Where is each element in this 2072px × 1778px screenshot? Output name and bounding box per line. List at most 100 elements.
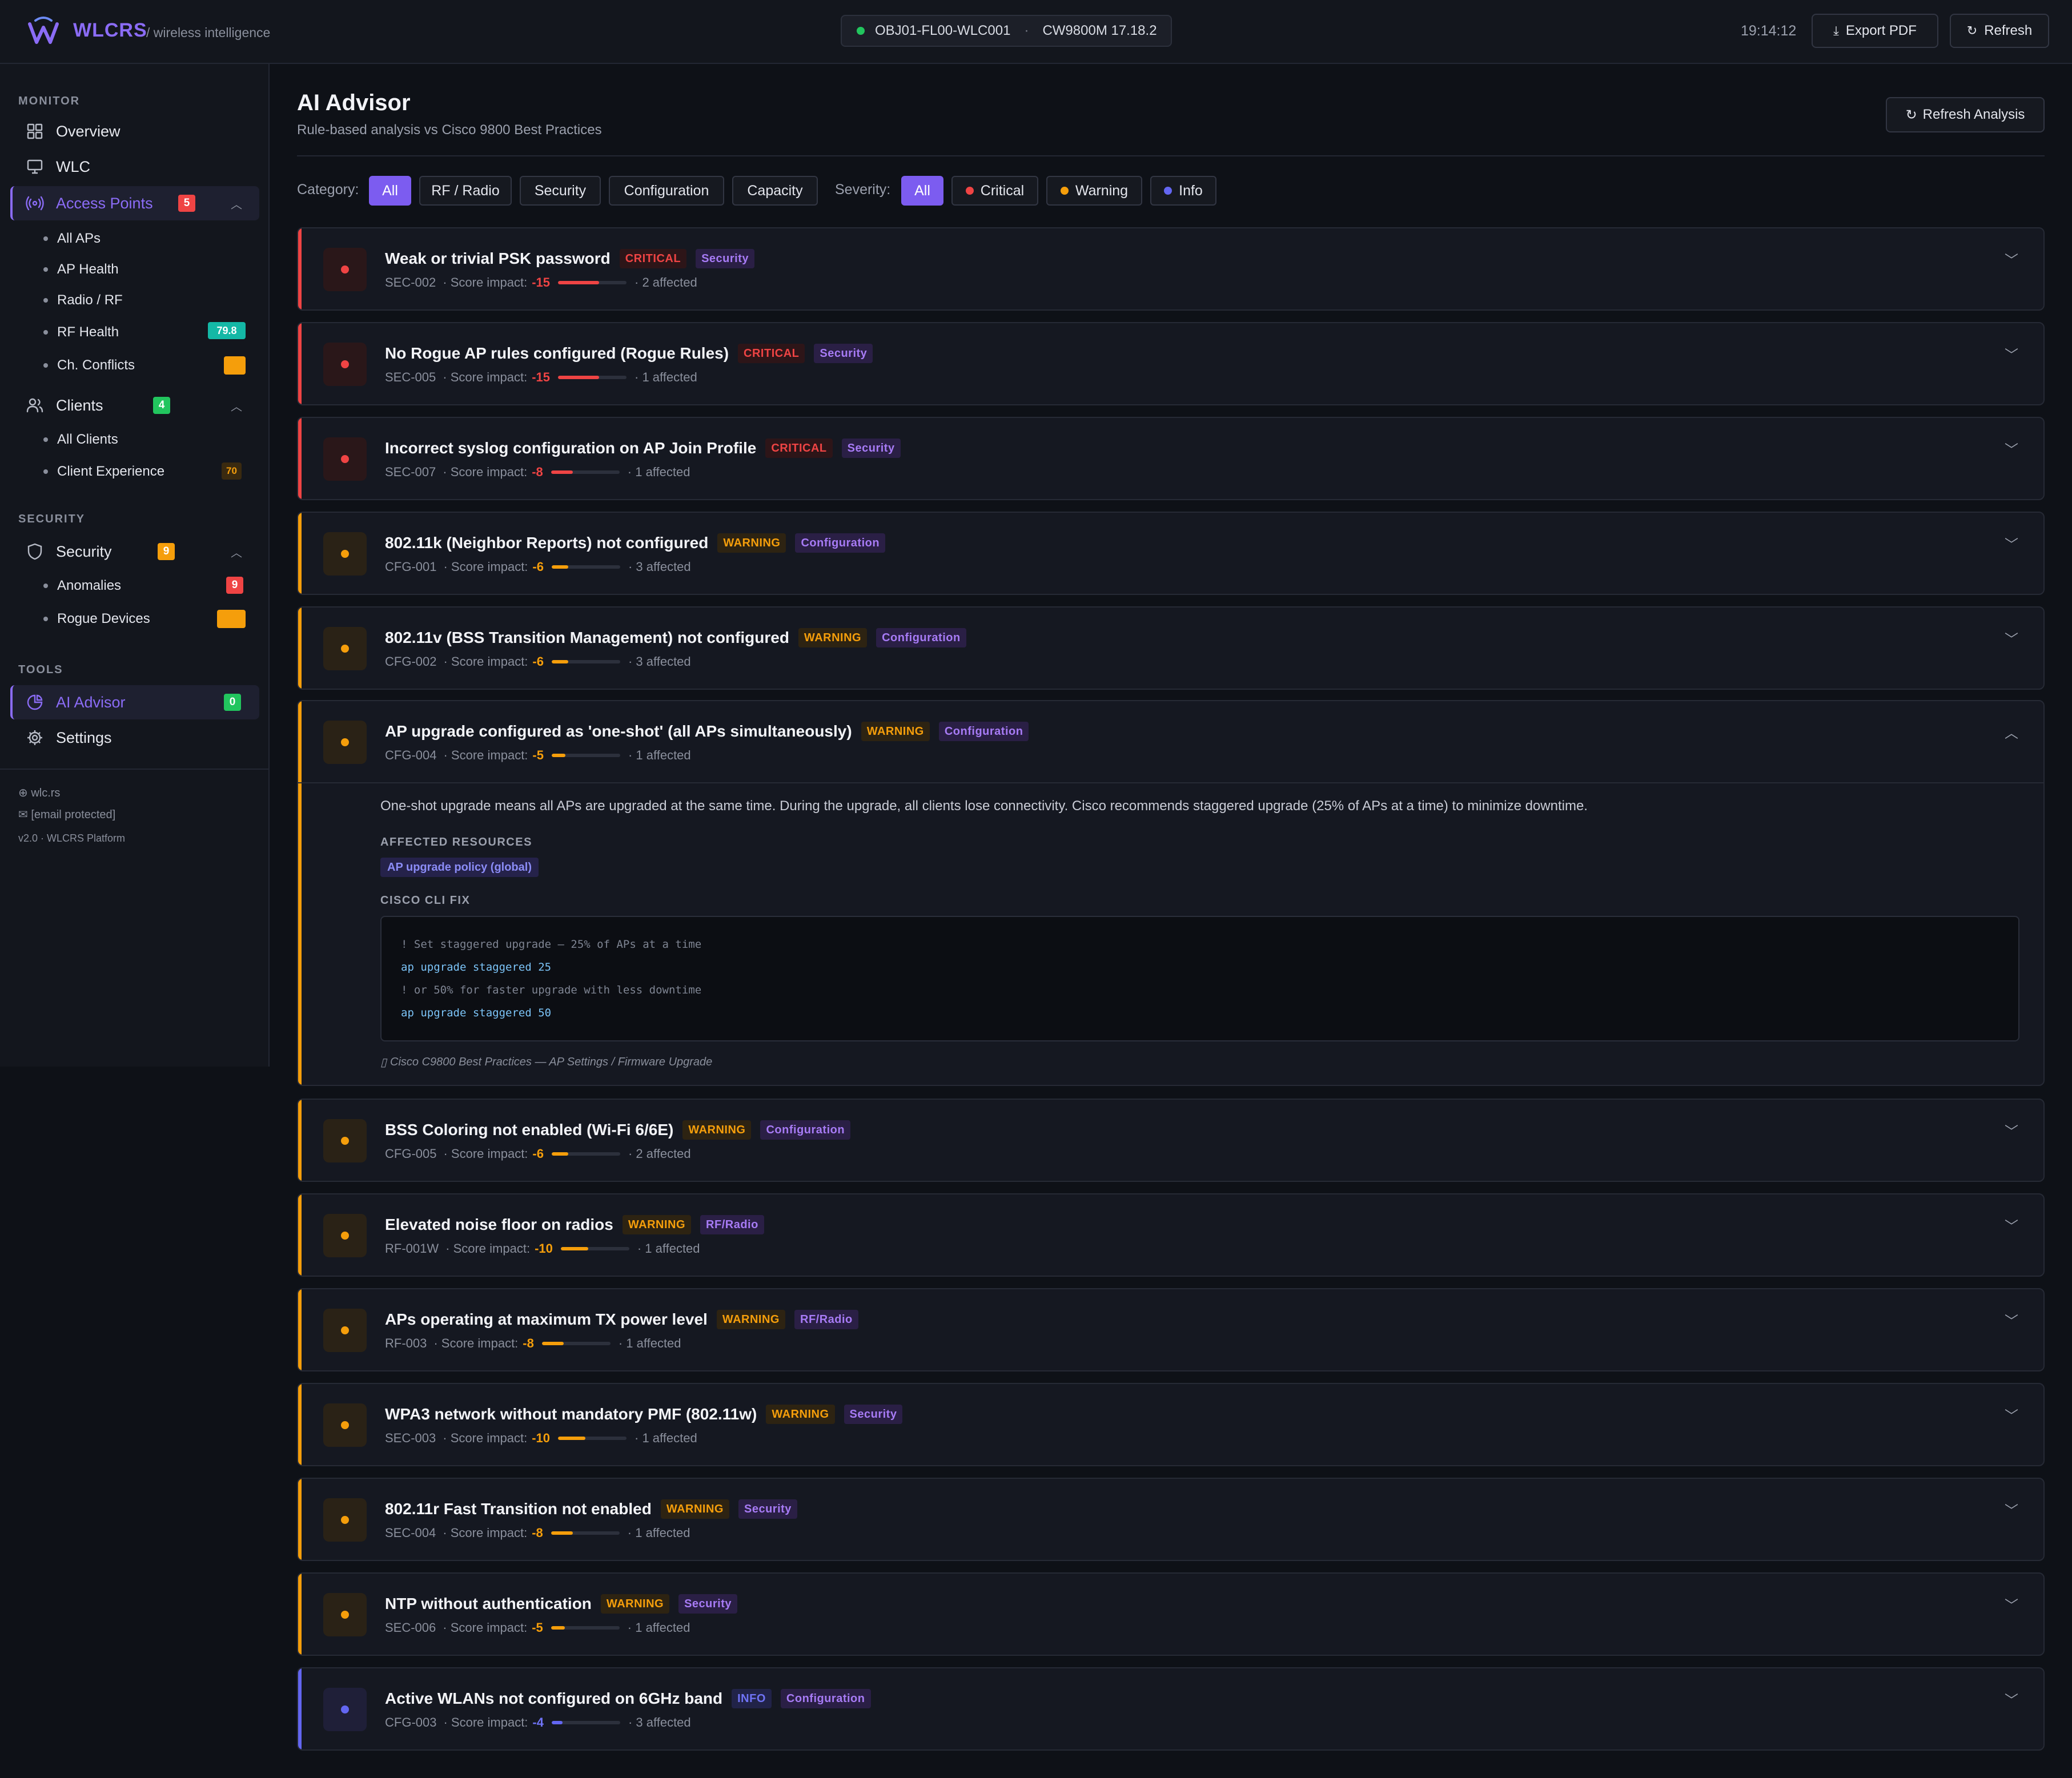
finding-card[interactable]: 802.11v (BSS Transition Management) not … [297, 606, 2045, 690]
chevron-down-icon[interactable]: ﹀ [2005, 1499, 2018, 1519]
footer-email-link[interactable]: ✉ [email protected] [18, 807, 115, 822]
score-impact-bar [541, 1342, 611, 1345]
footer-version: v2.0 · WLCRS Platform [18, 832, 126, 844]
finding-card[interactable]: APs operating at maximum TX power level W… [297, 1288, 2045, 1371]
sidebar-item-label: Security [56, 542, 112, 560]
section-label-monitor: MONITOR [18, 95, 81, 107]
severity-badge: CRITICAL [738, 344, 805, 363]
chevron-down-icon[interactable]: ﹀ [2005, 1689, 2018, 1709]
refresh-analysis-label: Refresh Analysis [1922, 107, 2025, 122]
sidebar-subitem-ap-health[interactable]: AP Health [43, 262, 119, 277]
finding-card[interactable]: 802.11k (Neighbor Reports) not configure… [297, 512, 2045, 595]
chevron-up-icon[interactable]: ︿ [231, 195, 242, 212]
chevron-down-icon[interactable]: ﹀ [2005, 1215, 2018, 1235]
footer-email: [email protected] [31, 808, 116, 821]
refresh-label: Refresh [1984, 23, 2033, 38]
sidebar-subitem-ch-conflicts[interactable]: Ch. Conflicts [43, 357, 135, 373]
sidebar-subitem-all-aps[interactable]: All APs [43, 231, 101, 247]
category-filter-security[interactable]: Security [520, 176, 601, 206]
chevron-up-icon[interactable]: ︿ [2005, 722, 2018, 742]
sidebar-item-security[interactable]: Security 9 ︿ [10, 534, 259, 569]
sidebar-item-overview[interactable]: Overview [10, 114, 259, 148]
chevron-up-icon[interactable]: ︿ [231, 397, 242, 414]
sidebar-subitem-anomalies[interactable]: Anomalies [43, 578, 121, 594]
sidebar-item-wlc[interactable]: WLC [10, 150, 259, 184]
finding-card[interactable]: WPA3 network without mandatory PMF (802.… [297, 1383, 2045, 1466]
severity-stripe [298, 513, 302, 594]
severity-filter-all[interactable]: All [901, 176, 943, 206]
chart-pie-icon [25, 693, 45, 712]
export-pdf-button[interactable]: ⤓ Export PDF [1812, 14, 1938, 48]
category-badge: Security [841, 439, 901, 458]
score-impact-value: -10 [532, 1431, 551, 1445]
finding-meta-row: SEC-002 · Score impact: -15 · 2 affected [385, 275, 697, 290]
score-impact-label: · Score impact: [443, 560, 528, 574]
sidebar-subitem-rogue-devices[interactable]: Rogue Devices [43, 611, 150, 627]
chevron-down-icon[interactable]: ﹀ [2005, 1594, 2018, 1614]
sidebar-subitem-radio-rf[interactable]: Radio / RF [43, 292, 123, 308]
finding-id: SEC-002 [385, 275, 436, 289]
severity-filter-label-text: Critical [980, 182, 1025, 199]
finding-card[interactable]: NTP without authentication WARNING Securit… [297, 1572, 2045, 1656]
finding-title-row: Active WLANs not configured on 6GHz band… [385, 1689, 871, 1708]
category-filter-configuration[interactable]: Configuration [609, 176, 724, 206]
sidebar-subitem-rf-health[interactable]: RF Health [43, 324, 119, 340]
sidebar-item-clients[interactable]: Clients 4 ︿ [10, 388, 259, 423]
ai-advisor-count-badge: 0 [224, 694, 241, 711]
sidebar-item-access-points[interactable]: Access Points 5 ︿ [10, 186, 259, 220]
severity-filter-info[interactable]: Info [1150, 176, 1216, 206]
rf-health-score-badge: 79.8 [208, 322, 246, 339]
score-impact-bar-fill [551, 1531, 573, 1535]
chevron-down-icon[interactable]: ﹀ [2005, 1310, 2018, 1330]
refresh-button[interactable]: ↻ Refresh [1950, 14, 2049, 48]
finding-title-row: No Rogue AP rules configured (Rogue Rule… [385, 344, 873, 363]
severity-dot-icon [341, 360, 349, 368]
chevron-down-icon[interactable]: ﹀ [2005, 249, 2018, 269]
footer-site-link[interactable]: ⊕ wlc.rs [18, 786, 60, 800]
finding-card[interactable]: Elevated noise floor on radios WARNING RF/… [297, 1193, 2045, 1277]
subitem-label: Rogue Devices [57, 611, 150, 626]
category-badge: Security [844, 1405, 903, 1424]
cli-code-block[interactable]: ! Set staggered upgrade — 25% of APs at … [380, 916, 2019, 1041]
bullet-icon [43, 437, 48, 442]
cli-line: ! or 50% for faster upgrade with less do… [401, 984, 702, 996]
chevron-down-icon[interactable]: ﹀ [2005, 1120, 2018, 1140]
export-pdf-label: Export PDF [1845, 23, 1917, 38]
severity-filter-warning[interactable]: Warning [1046, 176, 1142, 206]
chevron-down-icon[interactable]: ﹀ [2005, 533, 2018, 553]
sidebar: MONITOR Overview WLC Access Points 5 ︿ A… [0, 64, 270, 1067]
score-impact-label: · Score impact: [443, 370, 528, 384]
chevron-down-icon[interactable]: ﹀ [2005, 628, 2018, 648]
sidebar-subitem-all-clients[interactable]: All Clients [43, 432, 118, 448]
finding-card[interactable]: AP upgrade configured as 'one-shot' (all… [297, 700, 2045, 1086]
severity-badge: INFO [732, 1689, 772, 1708]
controller-model: CW9800M 17.18.2 [1042, 23, 1157, 38]
score-impact-label: · Score impact: [443, 275, 528, 289]
anomalies-count-badge: 9 [226, 577, 243, 594]
finding-title-row: 802.11v (BSS Transition Management) not … [385, 628, 966, 647]
sidebar-item-settings[interactable]: Settings [10, 721, 259, 755]
finding-card[interactable]: BSS Coloring not enabled (Wi-Fi 6/6E) WAR… [297, 1099, 2045, 1182]
finding-card[interactable]: No Rogue AP rules configured (Rogue Rule… [297, 322, 2045, 405]
category-filter-capacity[interactable]: Capacity [732, 176, 818, 206]
finding-card[interactable]: Weak or trivial PSK password CRITICAL Secu… [297, 227, 2045, 311]
score-impact-bar [560, 1247, 629, 1250]
finding-card[interactable]: 802.11r Fast Transition not enabled WARNI… [297, 1478, 2045, 1561]
finding-card[interactable]: Incorrect syslog configuration on AP Joi… [297, 417, 2045, 500]
severity-filter-critical[interactable]: Critical [951, 176, 1038, 206]
finding-card[interactable]: Active WLANs not configured on 6GHz band… [297, 1667, 2045, 1751]
chevron-down-icon[interactable]: ﹀ [2005, 344, 2018, 364]
controller-selector[interactable]: OBJ01-FL00-WLC001 · CW9800M 17.18.2 [841, 15, 1172, 47]
refresh-analysis-button[interactable]: ↻ Refresh Analysis [1886, 97, 2045, 132]
chevron-up-icon[interactable]: ︿ [231, 544, 242, 560]
finding-title-row: Incorrect syslog configuration on AP Joi… [385, 439, 901, 458]
severity-badge: WARNING [766, 1405, 835, 1424]
finding-title: Weak or trivial PSK password [385, 250, 611, 267]
category-filter-rf-radio[interactable]: RF / Radio [419, 176, 512, 206]
chevron-down-icon[interactable]: ﹀ [2005, 439, 2018, 458]
sidebar-subitem-client-experience[interactable]: Client Experience [43, 464, 164, 480]
sidebar-item-ai-advisor[interactable]: AI Advisor 0 [10, 685, 259, 719]
page-title: AI Advisor [297, 90, 411, 115]
chevron-down-icon[interactable]: ﹀ [2005, 1405, 2018, 1425]
category-filter-all[interactable]: All [369, 176, 411, 206]
